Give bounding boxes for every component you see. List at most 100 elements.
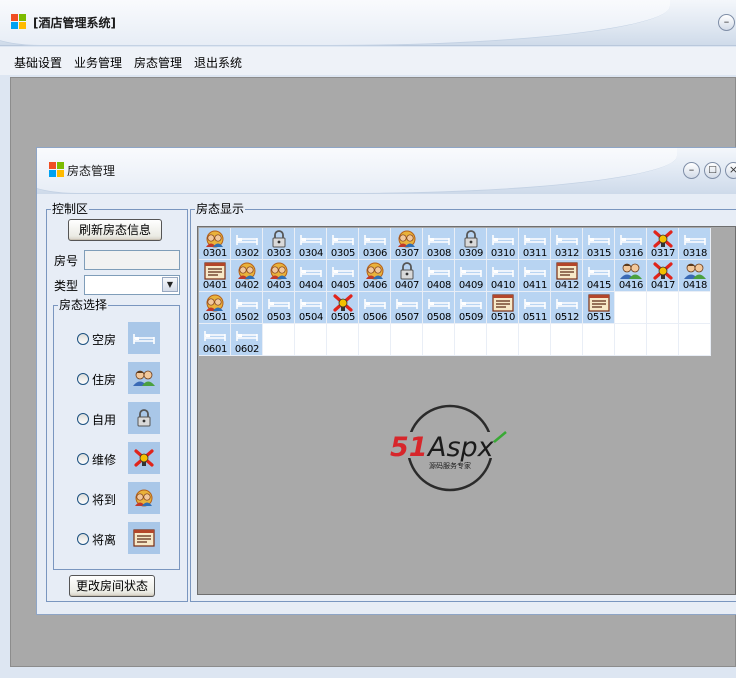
status-radio-self[interactable] [77, 413, 89, 425]
refresh-status-button[interactable]: 刷新房态信息 [68, 219, 162, 241]
room-cell[interactable]: 0312 [551, 228, 583, 260]
app-windows-icon [11, 14, 27, 30]
room-number: 0412 [554, 280, 580, 291]
room-cell[interactable]: 0407 [391, 260, 423, 292]
room-cell[interactable]: 0401 [199, 260, 231, 292]
room-number: 0504 [298, 312, 324, 323]
type-select[interactable]: ▼ [84, 275, 180, 295]
room-number: 0309 [458, 248, 484, 259]
chevron-down-icon[interactable]: ▼ [162, 277, 178, 292]
status-radio-repair[interactable] [77, 453, 89, 465]
room-cell[interactable]: 0310 [487, 228, 519, 260]
status-label-departing: 将离 [92, 533, 117, 547]
room-cell[interactable]: 0409 [455, 260, 487, 292]
room-number: 0401 [202, 280, 228, 291]
room-cell[interactable]: 0317 [647, 228, 679, 260]
room-cell[interactable]: 0304 [295, 228, 327, 260]
room-status-empty-icon [458, 262, 484, 280]
menu-business[interactable]: 业务管理 [74, 54, 122, 71]
room-cell-empty [263, 324, 295, 356]
room-cell[interactable]: 0602 [231, 324, 263, 356]
room-cell[interactable]: 0410 [487, 260, 519, 292]
room-status-departing-icon [586, 294, 612, 312]
room-cell[interactable]: 0418 [679, 260, 711, 292]
room-number: 0506 [362, 312, 388, 323]
room-cell[interactable]: 0306 [359, 228, 391, 260]
room-cell[interactable]: 0507 [391, 292, 423, 324]
room-cell[interactable]: 0311 [519, 228, 551, 260]
room-cell[interactable]: 0315 [583, 228, 615, 260]
room-cell[interactable]: 0503 [263, 292, 295, 324]
menu-basic-settings[interactable]: 基础设置 [14, 54, 62, 71]
room-number: 0311 [522, 248, 548, 259]
room-cell[interactable]: 0402 [231, 260, 263, 292]
room-status-empty-icon [362, 294, 388, 312]
room-cell[interactable]: 0511 [519, 292, 551, 324]
status-radio-occupied[interactable] [77, 373, 89, 385]
room-number: 0310 [490, 248, 516, 259]
room-status-repair-icon [330, 294, 356, 312]
room-cell[interactable]: 0309 [455, 228, 487, 260]
room-cell[interactable]: 0305 [327, 228, 359, 260]
child-close-icon[interactable]: × [725, 162, 736, 179]
status-radio-arriving[interactable] [77, 493, 89, 505]
room-number: 0601 [202, 344, 228, 355]
room-cell[interactable]: 0417 [647, 260, 679, 292]
room-status-empty-icon [554, 230, 580, 248]
main-title-bar: [酒店管理系统] – [0, 0, 736, 46]
room-cell[interactable]: 0506 [359, 292, 391, 324]
room-cell[interactable]: 0509 [455, 292, 487, 324]
menu-room-status[interactable]: 房态管理 [134, 54, 182, 71]
room-cell[interactable]: 0405 [327, 260, 359, 292]
room-number: 0405 [330, 280, 356, 291]
room-number: 0408 [426, 280, 452, 291]
child-minimize-icon[interactable]: – [683, 162, 700, 179]
room-number: 0303 [266, 248, 292, 259]
status-radio-empty[interactable] [77, 333, 89, 345]
room-cell[interactable]: 0412 [551, 260, 583, 292]
room-cell[interactable]: 0416 [615, 260, 647, 292]
room-status-repair-icon [650, 230, 676, 248]
room-cell[interactable]: 0307 [391, 228, 423, 260]
room-number: 0317 [650, 248, 676, 259]
room-cell[interactable]: 0404 [295, 260, 327, 292]
room-cell[interactable]: 0411 [519, 260, 551, 292]
room-cell[interactable]: 0502 [231, 292, 263, 324]
room-cell[interactable]: 0415 [583, 260, 615, 292]
room-status-empty-icon [426, 294, 452, 312]
room-cell[interactable]: 0504 [295, 292, 327, 324]
app-title: [酒店管理系统] [33, 16, 116, 30]
minimize-icon[interactable]: – [718, 14, 735, 31]
room-number: 0403 [266, 280, 292, 291]
room-status-departing-icon [202, 262, 228, 280]
room-cell[interactable]: 0601 [199, 324, 231, 356]
room-cell[interactable]: 0308 [423, 228, 455, 260]
room-cell[interactable]: 0303 [263, 228, 295, 260]
room-status-empty-icon [330, 230, 356, 248]
watermark-brand-aspx: Aspx [426, 432, 495, 463]
room-cell[interactable]: 0406 [359, 260, 391, 292]
room-cell[interactable]: 0501 [199, 292, 231, 324]
room-number: 0305 [330, 248, 356, 259]
room-cell[interactable]: 0505 [327, 292, 359, 324]
room-cell[interactable]: 0302 [231, 228, 263, 260]
room-cell[interactable]: 0408 [423, 260, 455, 292]
change-status-button[interactable]: 更改房间状态 [69, 575, 155, 597]
room-status-empty-icon [682, 230, 708, 248]
room-cell[interactable]: 0508 [423, 292, 455, 324]
room-cell[interactable]: 0318 [679, 228, 711, 260]
room-cell[interactable]: 0510 [487, 292, 519, 324]
room-status-empty-icon [426, 230, 452, 248]
room-cell[interactable]: 0316 [615, 228, 647, 260]
room-cell[interactable]: 0515 [583, 292, 615, 324]
room-no-input[interactable] [84, 250, 180, 270]
room-cell[interactable]: 0512 [551, 292, 583, 324]
child-maximize-icon[interactable]: □ [704, 162, 721, 179]
room-cell[interactable]: 0301 [199, 228, 231, 260]
menu-exit[interactable]: 退出系统 [194, 54, 242, 71]
room-number: 0515 [586, 312, 612, 323]
status-label-self: 自用 [92, 413, 117, 427]
status-radio-departing[interactable] [77, 533, 89, 545]
room-status-repair-icon [650, 262, 676, 280]
room-cell[interactable]: 0403 [263, 260, 295, 292]
